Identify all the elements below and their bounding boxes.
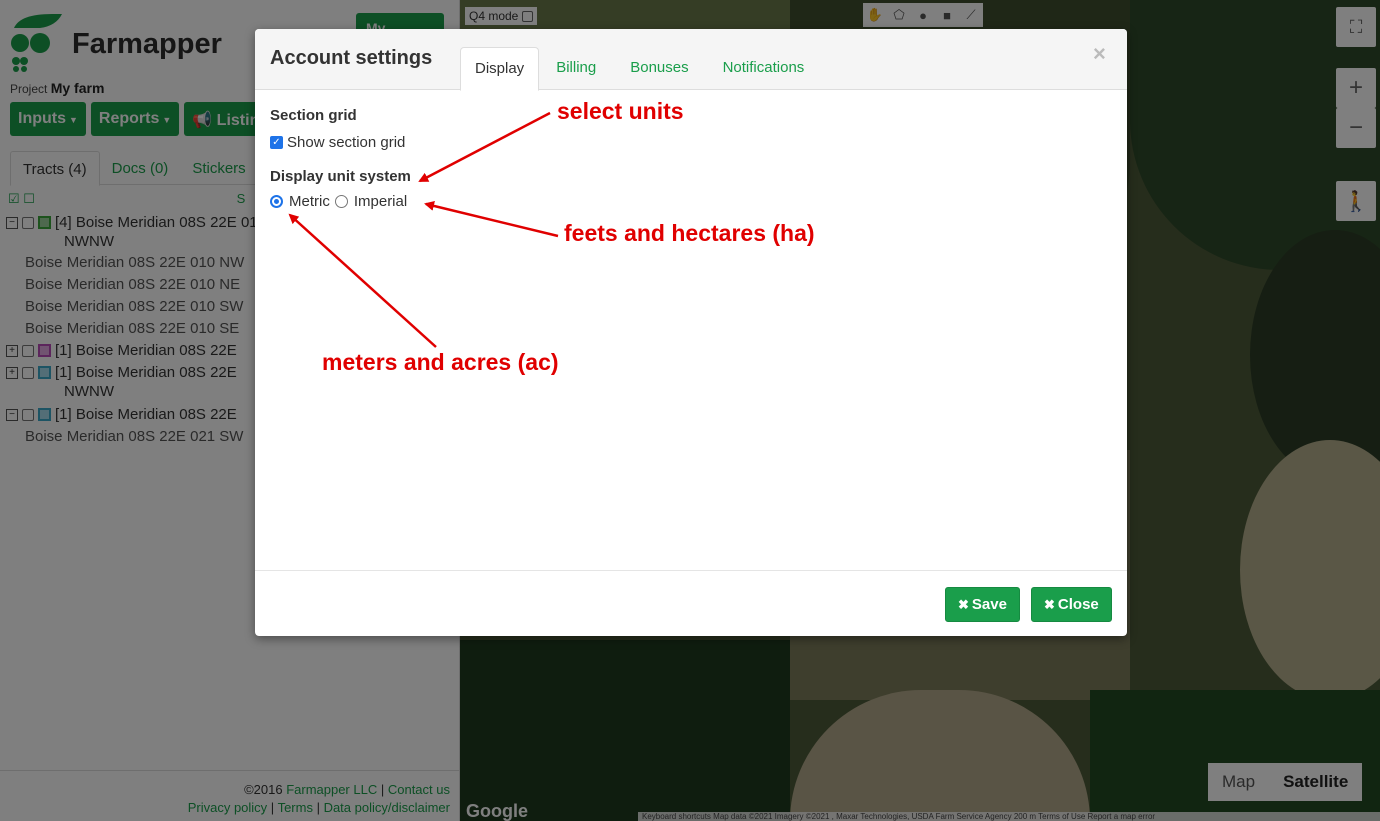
arrow-to-imperial <box>424 201 559 238</box>
annotation-select-units: select units <box>557 98 684 124</box>
arrow-to-metric <box>288 213 437 348</box>
annotation-metric-units: meters and acres (ac) <box>322 349 559 375</box>
annotation-imperial-units: feets and hectares (ha) <box>564 220 815 246</box>
arrow-to-unit-title <box>418 111 551 183</box>
annotation-arrows <box>288 111 559 348</box>
